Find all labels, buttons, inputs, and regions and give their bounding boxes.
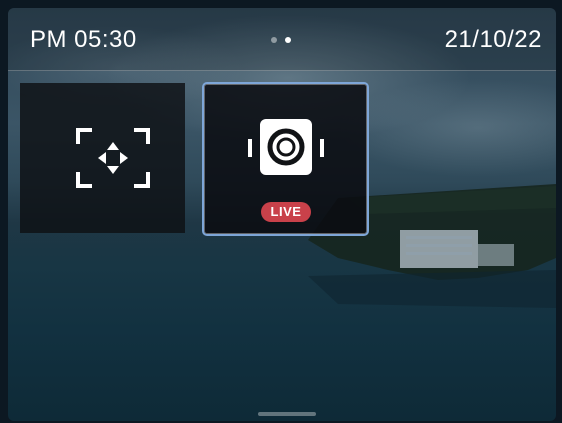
status-bar: PM 05:30 21/10/22: [8, 8, 556, 71]
live-camera-tile[interactable]: LIVE: [202, 82, 369, 236]
page-dot[interactable]: [271, 37, 277, 43]
home-indicator[interactable]: [258, 412, 316, 416]
scan-frame-icon: [76, 128, 150, 188]
page-indicator[interactable]: [271, 37, 291, 43]
camera-icon: [248, 119, 324, 175]
time-label: PM 05:30: [30, 26, 137, 53]
page-dot-active[interactable]: [285, 37, 291, 43]
screen: PM 05:30 21/10/22 LIVE: [8, 8, 556, 421]
date-label: 21/10/22: [444, 26, 542, 53]
scan-tile[interactable]: [20, 83, 185, 233]
live-badge: LIVE: [261, 202, 311, 222]
